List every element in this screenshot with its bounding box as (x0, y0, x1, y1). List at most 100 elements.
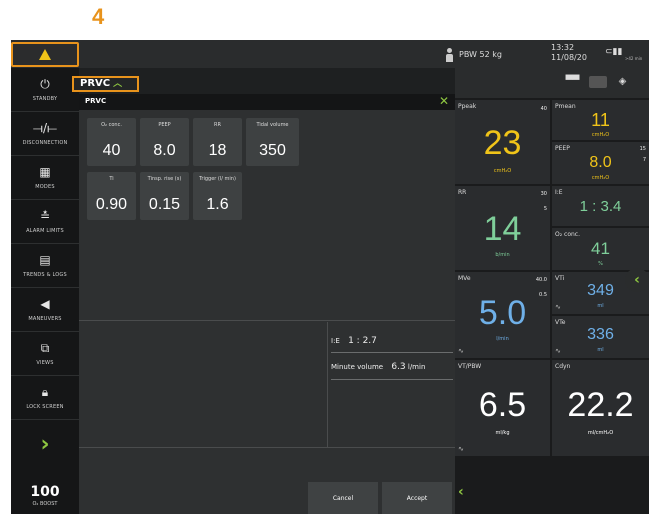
view-selector-bar: ▀▀ ◈ (455, 68, 649, 98)
sidebar-item-label: MANEUVERS (28, 316, 62, 322)
metric-peep[interactable]: PEEP 15 7 8.0 cmH₂O (552, 142, 649, 184)
waveform-icon: ∿ (555, 303, 561, 311)
divider (79, 447, 455, 448)
metric-unit: cmH₂O (591, 132, 610, 138)
chevron-left-icon[interactable]: ‹ (458, 484, 464, 500)
o2-boost-button[interactable]: 100 O₂ BOOST (11, 476, 79, 514)
param-o2-conc[interactable]: O₂ conc. 40 (87, 118, 136, 166)
left-sidebar: ⏻ STANDBY ⟞/⟝ DISCONNECTION ▦ MODES ≛ AL… (11, 68, 79, 514)
sidebar-item-trends-logs[interactable]: ▤ TRENDS & LOGS (11, 244, 79, 288)
close-icon[interactable]: ✕ (439, 94, 449, 108)
metric-unit: ml (597, 303, 604, 309)
param-label: PEEP (158, 122, 171, 128)
sidebar-expand-button[interactable]: › (11, 422, 79, 466)
sidebar-item-maneuvers[interactable]: ◀ MANEUVERS (11, 288, 79, 332)
sidebar-item-label: MODES (35, 184, 55, 190)
sidebar-item-alarm-limits[interactable]: ≛ ALARM LIMITS (11, 200, 79, 244)
chevron-left-icon: ‹ (634, 272, 640, 288)
sidebar-item-modes[interactable]: ▦ MODES (11, 156, 79, 200)
metric-mve[interactable]: MVe 40.0 0.5 5.0 l/min ∿ (455, 272, 550, 358)
disconnection-icon: ⟞/⟝ (33, 121, 57, 135)
param-rr[interactable]: RR 18 (193, 118, 242, 166)
param-ti[interactable]: Ti 0.90 (87, 172, 136, 220)
waveform-icon: ∿ (458, 445, 464, 453)
trends-icon: ▤ (39, 253, 51, 267)
metric-unit: l/min (496, 336, 509, 342)
metric-value: 6.5 (478, 386, 527, 424)
param-value: 0.15 (148, 196, 181, 213)
clock: 13:32 11/08/20 (551, 43, 587, 63)
metric-name: VTi (555, 275, 565, 282)
sidebar-item-label: LOCK SCREEN (26, 404, 64, 410)
metric-limit-high: 30 (540, 191, 547, 197)
metric-name: MVe (458, 275, 471, 282)
alarm-limits-icon: ≛ (39, 209, 51, 223)
waveform-icon: ∿ (555, 347, 561, 355)
metric-value: 336 (587, 326, 614, 343)
grid-icon: ▦ (39, 165, 51, 179)
sidebar-item-views[interactable]: ⧉ VIEWS (11, 332, 79, 376)
ventilator-screen: PBW 52 kg 13:32 11/08/20 ⊂▮▮ >42 min ⏻ S… (11, 40, 649, 514)
param-value: 0.90 (95, 196, 128, 213)
patient-icon (445, 48, 453, 62)
ie-value: 1 : 2.7 (348, 336, 377, 346)
param-value: 350 (259, 142, 286, 159)
param-trigger[interactable]: Trigger (l/ min) 1.6 (193, 172, 242, 220)
metric-value: 8.0 (589, 154, 612, 171)
metric-o2-conc[interactable]: O₂ conc. 41 % (552, 228, 649, 270)
pbw-readout[interactable]: PBW 52 kg (459, 50, 502, 59)
divider (79, 320, 455, 321)
square-view-icon[interactable] (589, 76, 607, 88)
param-tinsp-rise[interactable]: Tinsp. rise (s) 0.15 (140, 172, 189, 220)
divider (327, 322, 328, 448)
mv-label: Minute volume (331, 363, 384, 371)
metric-vt-pbw[interactable]: VT/PBW 6.5 ml/kg ∿ (455, 360, 550, 456)
param-peep[interactable]: PEEP 8.0 (140, 118, 189, 166)
dialog-title: PRVC (85, 97, 107, 105)
lock-icon: 🔒︎ (41, 385, 49, 399)
battery-remaining: >42 min (625, 56, 643, 61)
param-value: 1.6 (206, 196, 229, 213)
ie-label: I:E (331, 337, 340, 345)
metric-value: 14 (483, 210, 522, 248)
param-label: Ti (109, 176, 114, 182)
minute-volume-info: Minute volume 6.3 l/min (331, 362, 451, 384)
metric-ie[interactable]: I:E 1 : 3.4 (552, 186, 649, 226)
alarm-bell-button[interactable] (11, 42, 79, 67)
metric-pmean[interactable]: Pmean 11 cmH₂O (552, 100, 649, 140)
metric-cdyn[interactable]: Cdyn 22.2 ml/cmH₂O (552, 360, 649, 456)
metric-limit-high: 40.0 (535, 277, 547, 283)
sidebar-item-disconnection[interactable]: ⟞/⟝ DISCONNECTION (11, 112, 79, 156)
sidebar-item-lock-screen[interactable]: 🔒︎ LOCK SCREEN (11, 376, 79, 420)
mode-tab[interactable]: PRVC ︿ (72, 76, 139, 92)
maneuvers-icon: ◀ (40, 297, 50, 311)
metric-ppeak[interactable]: Ppeak 40 23 cmH₂O (455, 100, 550, 184)
top-bar: PBW 52 kg 13:32 11/08/20 ⊂▮▮ >42 min (11, 40, 649, 68)
screen-view-icon[interactable]: ▀▀ (565, 76, 580, 88)
panel-expand-button[interactable]: ‹ (625, 268, 649, 292)
cancel-button[interactable]: Cancel (308, 482, 378, 514)
chevron-up-icon: ︿ (113, 79, 123, 89)
metric-name: I:E (555, 189, 563, 196)
param-label: Tidal volume (256, 122, 289, 128)
layers-icon[interactable]: ◈ (615, 76, 630, 88)
o2-boost-label: O₂ BOOST (32, 500, 58, 507)
waveform-icon: ∿ (458, 347, 464, 355)
clock-time: 13:32 (551, 43, 575, 52)
param-tidal-volume[interactable]: Tidal volume 350 (246, 118, 299, 166)
sidebar-item-label: VIEWS (36, 360, 54, 366)
param-value: 8.0 (153, 142, 176, 159)
metric-value: 41 (591, 239, 610, 258)
bell-icon (39, 49, 51, 60)
accept-button[interactable]: Accept (382, 482, 452, 514)
metric-vte[interactable]: VTe 336 ml ∿ (552, 316, 649, 358)
metric-rr[interactable]: RR 30 5 14 b/min (455, 186, 550, 270)
param-value: 40 (102, 142, 121, 159)
ie-ratio-info: I:E 1 : 2.7 (331, 336, 451, 358)
views-icon: ⧉ (40, 341, 50, 355)
sidebar-item-standby[interactable]: ⏻ STANDBY (11, 68, 79, 112)
o2-boost-value: 100 (30, 483, 60, 500)
power-icon: ⏻ (40, 77, 50, 91)
mv-unit: l/min (407, 363, 426, 371)
sidebar-item-label: TRENDS & LOGS (23, 272, 67, 278)
